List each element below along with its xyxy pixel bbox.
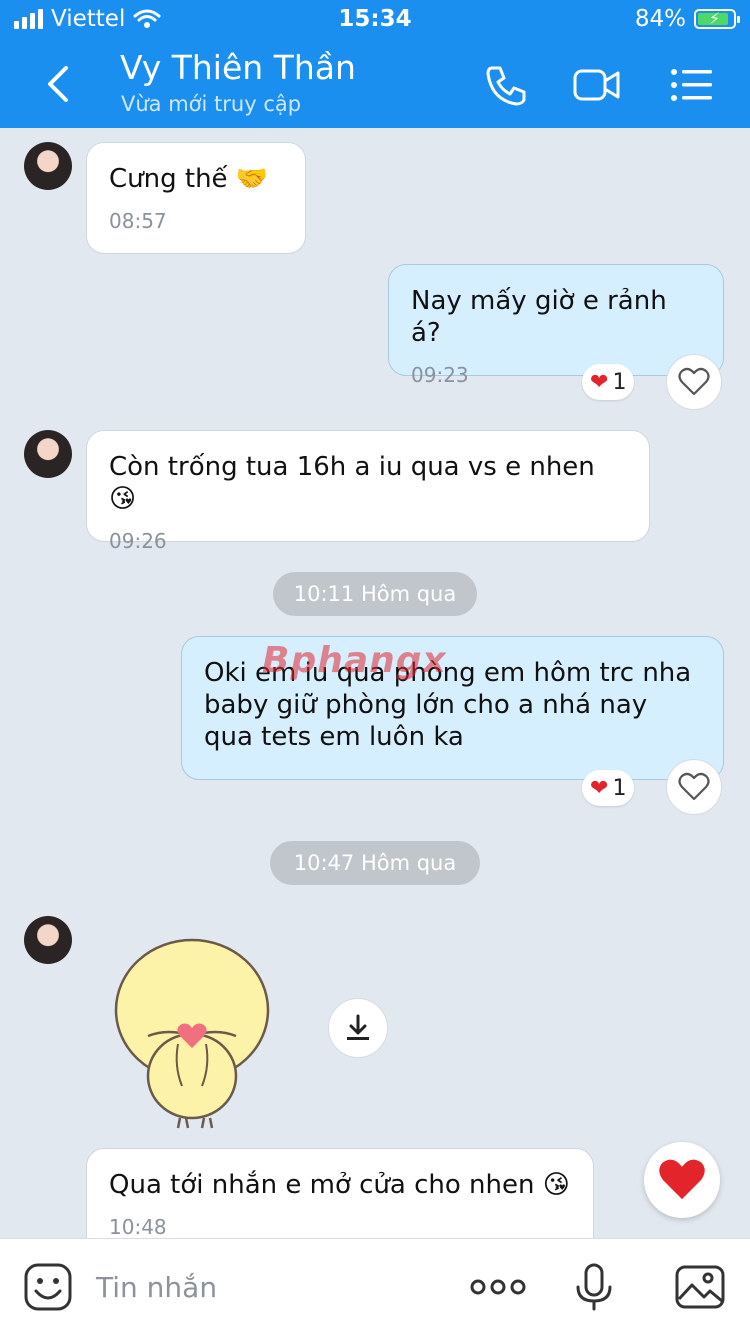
message-time: 09:23: [411, 363, 469, 387]
contact-avatar[interactable]: [24, 430, 72, 478]
heart-icon: [659, 1159, 705, 1200]
red-heart-icon: ❤: [590, 775, 609, 801]
message-time: 10:48: [109, 1215, 167, 1239]
reaction-count: 1: [612, 369, 627, 395]
sticker-emoji-icon[interactable]: [22, 1261, 74, 1313]
message-text: Nay mấy giờ e rảnh á?: [411, 286, 667, 348]
chick-sticker[interactable]: [108, 936, 278, 1132]
phone-icon[interactable]: [482, 62, 532, 108]
chat-header: Viettel 15:34 84% ⚡ Vy Thiên Thần Vừa mớ…: [0, 0, 750, 128]
message-text: Qua tới nhắn e mở cửa cho nhen 😘: [109, 1170, 570, 1200]
heart-outline-icon: [678, 772, 710, 801]
video-call-icon[interactable]: [572, 62, 622, 108]
time-separator: 10:47 Hôm qua: [270, 841, 480, 885]
reaction-badge[interactable]: ❤ 1: [582, 770, 635, 806]
back-arrow-icon[interactable]: [40, 62, 80, 106]
battery-percent: 84%: [634, 6, 686, 32]
message-text: Cưng thế 🤝: [109, 164, 269, 194]
message-input[interactable]: Tin nhắn: [96, 1271, 217, 1304]
reaction-count: 1: [612, 775, 627, 801]
red-heart-icon: ❤: [590, 369, 609, 395]
outgoing-message[interactable]: Nay mấy giờ e rảnh á? 09:23: [388, 264, 724, 387]
reaction-badge[interactable]: ❤ 1: [582, 364, 635, 400]
more-options-icon[interactable]: [470, 1261, 526, 1313]
message-text: Còn trống tua 16h a iu qua vs e nhen 😘: [109, 452, 595, 514]
react-heart-button[interactable]: [666, 354, 722, 410]
contact-status: Vừa mới truy cập: [121, 92, 302, 116]
battery-icon: ⚡: [694, 9, 740, 29]
incoming-message[interactable]: Cưng thế 🤝 08:57: [86, 142, 306, 254]
quick-heart-button[interactable]: [644, 1142, 720, 1218]
microphone-icon[interactable]: [568, 1261, 620, 1313]
heart-outline-icon: [678, 367, 710, 396]
react-heart-button[interactable]: [666, 759, 722, 815]
time-separator: 10:11 Hôm qua: [273, 572, 477, 616]
message-input-bar: Tin nhắn: [0, 1238, 750, 1335]
contact-name[interactable]: Vy Thiên Thần: [120, 48, 356, 87]
contact-avatar[interactable]: [24, 916, 72, 964]
message-time: 08:57: [109, 209, 167, 233]
status-bar: Viettel 15:34 84% ⚡: [0, 0, 750, 40]
watermark-logo: Bphangx: [262, 640, 447, 681]
image-gallery-icon[interactable]: [674, 1261, 726, 1313]
battery-group: 84% ⚡: [634, 6, 740, 32]
download-icon: [347, 1014, 369, 1040]
contact-avatar[interactable]: [24, 142, 72, 190]
download-button[interactable]: [328, 998, 388, 1058]
incoming-message[interactable]: Còn trống tua 16h a iu qua vs e nhen 😘 0…: [86, 430, 650, 553]
menu-list-icon[interactable]: [668, 62, 718, 108]
message-time: 09:26: [109, 529, 167, 553]
